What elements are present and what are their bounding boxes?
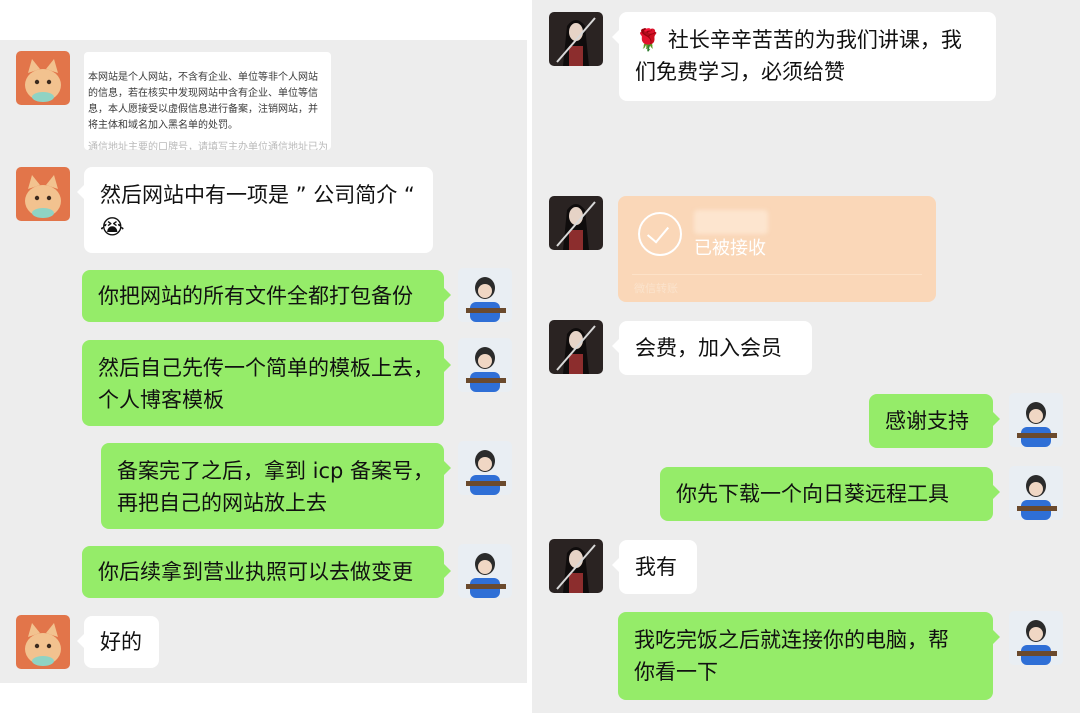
bubble-tail [444, 564, 451, 578]
self-avatar[interactable] [458, 338, 512, 392]
bubble-tail [993, 630, 1000, 644]
message-line: 我吃完饭之后就连接你的电脑，帮 [634, 628, 949, 652]
outgoing-message-bubble[interactable]: 感谢支持 [869, 394, 1000, 448]
quote-line: 息，本人愿接受以虚假信息进行备案，注销网站，并 [88, 104, 318, 115]
quote-line: 的信息，若在核实中发现网站中含有企业、单位等信 [88, 88, 318, 99]
left-chat-panel: 本网站是个人网站，不含有企业、单位等非个人网站 的信息，若在核实中发现网站中含有… [0, 0, 527, 713]
bubble-tail [77, 634, 84, 648]
guitarist-avatar-icon [1009, 466, 1063, 520]
incoming-message-bubble[interactable]: 🌹 社长辛辛苦苦的为我们讲课，我 们免费学习，必须给赞 [612, 12, 996, 101]
outgoing-message-bubble[interactable]: 我吃完饭之后就连接你的电脑，帮 你看一下 [618, 612, 1000, 700]
guitarist-avatar-icon [1009, 393, 1063, 447]
bubble-tail [444, 461, 451, 475]
self-avatar[interactable] [458, 544, 512, 598]
guitarist-avatar-icon [458, 441, 512, 495]
contact-avatar[interactable] [549, 12, 603, 66]
guitarist-avatar-icon [458, 338, 512, 392]
incoming-message-bubble[interactable]: 然后网站中有一项是 ” 公司简介 “ 😭 [77, 167, 433, 253]
bubble-tail [77, 185, 84, 199]
cat-avatar-icon [16, 615, 70, 669]
self-avatar[interactable] [1009, 393, 1063, 447]
message-line: 😭 [100, 215, 125, 239]
self-avatar[interactable] [1009, 466, 1063, 520]
blurred-amount [694, 210, 768, 234]
outgoing-message-bubble[interactable]: 你把网站的所有文件全都打包备份 [82, 270, 451, 322]
contact-avatar[interactable] [16, 51, 70, 105]
message-line: 个人博客模板 [98, 388, 224, 412]
outgoing-message-bubble[interactable]: 然后自己先传一个简单的模板上去， 个人博客模板 [82, 340, 451, 426]
bubble-tail [993, 485, 1000, 499]
message-line: 你后续拿到营业执照可以去做变更 [98, 560, 413, 584]
contact-avatar[interactable] [16, 615, 70, 669]
bubble-tail [612, 558, 619, 572]
message-line: 再把自己的网站放上去 [117, 491, 327, 515]
left-bottom-strip [0, 683, 527, 713]
contact-avatar[interactable] [549, 196, 603, 250]
message-line: 你先下载一个向日葵远程工具 [676, 482, 949, 506]
message-line: 感谢支持 [885, 409, 969, 433]
guitarist-avatar-icon [1009, 611, 1063, 665]
message-line: 会费，加入会员 [635, 336, 782, 360]
incoming-message-bubble[interactable]: 我有 [612, 540, 697, 594]
incoming-message-bubble[interactable]: 好的 [77, 616, 159, 668]
incoming-message-bubble[interactable]: 会费，加入会员 [612, 321, 812, 375]
self-avatar[interactable] [458, 268, 512, 322]
self-avatar[interactable] [1009, 611, 1063, 665]
transfer-card[interactable]: 已被接收 微信转账 [618, 196, 936, 302]
message-line: 好的 [100, 630, 142, 654]
transfer-status: 已被接收 [694, 238, 766, 259]
quote-line: 本网站是个人网站，不含有企业、单位等非个人网站 [88, 72, 318, 83]
message-line: 们免费学习，必须给赞 [635, 60, 845, 84]
cat-avatar-icon [16, 51, 70, 105]
check-circle-icon [638, 212, 682, 256]
message-line: 然后自己先传一个简单的模板上去， [98, 356, 434, 380]
quoted-screenshot-image[interactable]: 本网站是个人网站，不含有企业、单位等非个人网站 的信息，若在核实中发现网站中含有… [84, 52, 331, 150]
self-avatar[interactable] [458, 441, 512, 495]
bubble-tail [612, 339, 619, 353]
guitarist-avatar-icon [458, 268, 512, 322]
bubble-tail [993, 412, 1000, 426]
guitarist-avatar-icon [458, 544, 512, 598]
contact-avatar[interactable] [16, 167, 70, 221]
transfer-footer: 微信转账 [634, 282, 678, 295]
transfer-divider [632, 274, 922, 275]
bubble-tail [444, 288, 451, 302]
left-top-strip [0, 0, 527, 40]
message-line: 你看一下 [634, 660, 718, 684]
outgoing-message-bubble[interactable]: 备案完了之后，拿到 icp 备案号， 再把自己的网站放上去 [101, 443, 451, 529]
message-line: 然后网站中有一项是 ” 公司简介 “ [100, 183, 415, 207]
contact-avatar[interactable] [549, 539, 603, 593]
quote-faded-line: 通信地址主要的口牌号，请填写主办单位通信地址已为 [88, 142, 328, 150]
cat-avatar-icon [16, 167, 70, 221]
swordswoman-avatar-icon [549, 320, 603, 374]
swordswoman-avatar-icon [549, 196, 603, 250]
message-line: 我有 [635, 555, 677, 579]
contact-avatar[interactable] [549, 320, 603, 374]
message-line: 你把网站的所有文件全都打包备份 [98, 284, 413, 308]
swordswoman-avatar-icon [549, 539, 603, 593]
outgoing-message-bubble[interactable]: 你后续拿到营业执照可以去做变更 [82, 546, 451, 598]
quote-line: 将主体和域名加入黑名单的处罚。 [88, 120, 238, 131]
bubble-tail [444, 358, 451, 372]
swordswoman-avatar-icon [549, 12, 603, 66]
bubble-tail [612, 30, 619, 44]
message-line: 🌹 社长辛辛苦苦的为我们讲课，我 [635, 28, 962, 52]
message-line: 备案完了之后，拿到 icp 备案号， [117, 459, 435, 483]
outgoing-message-bubble[interactable]: 你先下载一个向日葵远程工具 [660, 467, 1000, 521]
